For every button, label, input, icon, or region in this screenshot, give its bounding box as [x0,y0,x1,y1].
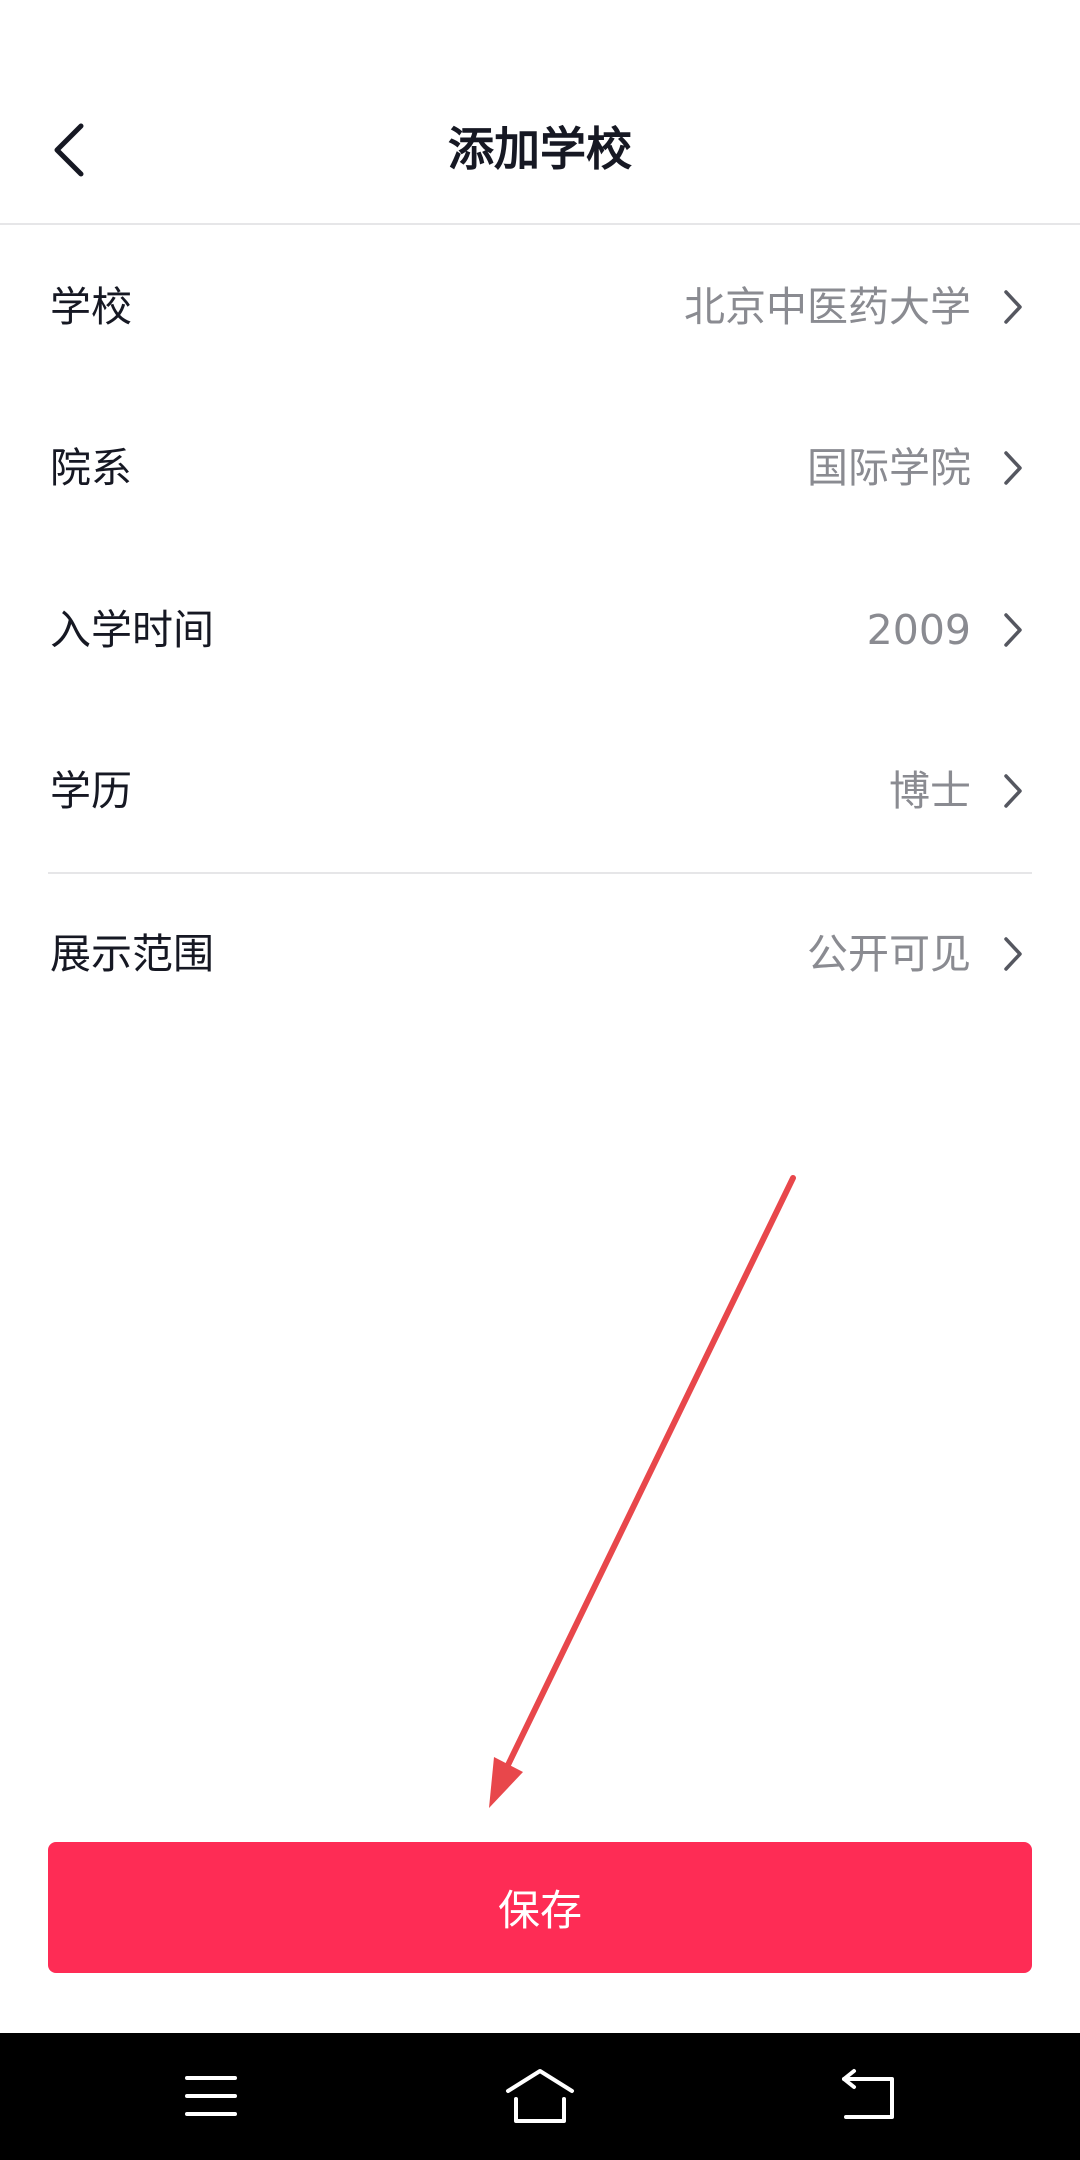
row-department[interactable]: 院系 国际学院 [0,388,1080,550]
row-label: 学校 [50,282,132,331]
row-value: 博士 [889,767,971,816]
row-school[interactable]: 学校 北京中医药大学 [0,226,1080,388]
row-value: 2009 [866,605,971,654]
system-nav-bar [0,2033,1080,2160]
page-title: 添加学校 [448,122,632,176]
row-enrollment-year[interactable]: 入学时间 2009 [0,549,1080,711]
back-icon[interactable] [828,2061,908,2131]
home-icon[interactable] [500,2061,580,2131]
save-button[interactable]: 保存 [48,1842,1032,1973]
chevron-right-icon [1004,774,1022,808]
row-degree[interactable]: 学历 博士 [0,711,1080,873]
header: 添加学校 [0,0,1080,225]
row-label: 展示范围 [50,929,214,978]
form-list: 学校 北京中医药大学 院系 国际学院 入学时间 2009 学历 博士 展示范围 … [0,226,1080,1034]
row-label: 学历 [50,767,132,816]
screen: 添加学校 学校 北京中医药大学 院系 国际学院 入学时间 2009 学历 博士 [0,0,1080,2160]
row-label: 入学时间 [50,605,214,654]
row-visibility[interactable]: 展示范围 公开可见 [48,872,1032,1034]
row-value: 北京中医药大学 [684,282,971,331]
row-value: 公开可见 [807,929,971,978]
row-label: 院系 [50,444,132,493]
row-value: 国际学院 [807,444,971,493]
menu-icon[interactable] [171,2061,251,2131]
chevron-right-icon [1004,613,1022,647]
chevron-right-icon [1004,937,1022,971]
save-button-label: 保存 [497,1886,582,1935]
chevron-right-icon [1004,451,1022,485]
chevron-right-icon [1004,290,1022,324]
